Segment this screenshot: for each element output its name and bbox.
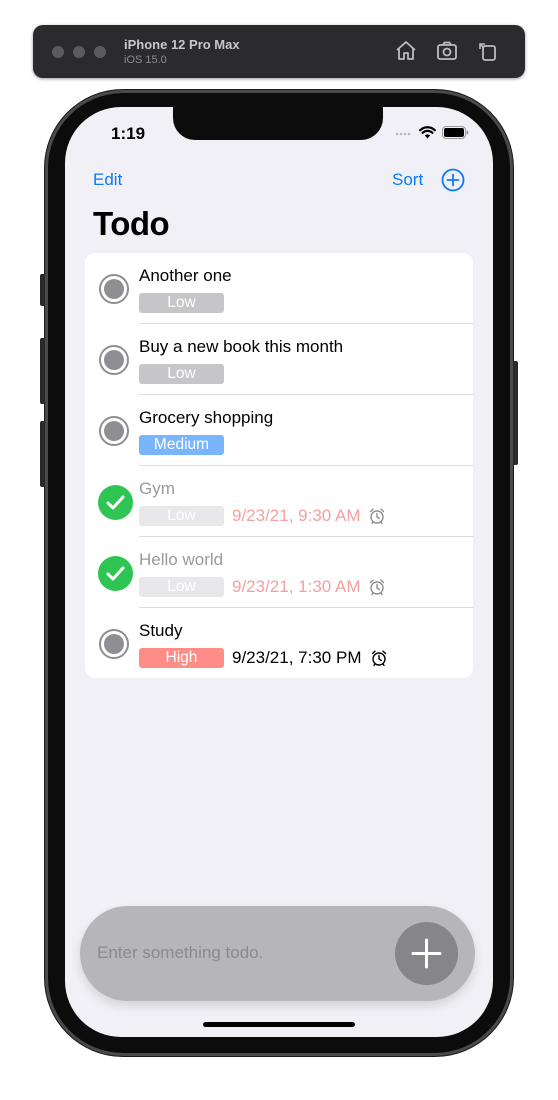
incomplete-circle-icon[interactable] bbox=[99, 274, 129, 304]
power-button bbox=[513, 361, 518, 465]
todo-title: Hello world bbox=[139, 550, 224, 569]
todo-title: Another one bbox=[139, 266, 232, 285]
todo-title: Grocery shopping bbox=[139, 408, 274, 427]
app-screen: 1:19 Edit Sort Todo Another one Low Buy a … bbox=[65, 107, 493, 1037]
priority-badge: Low bbox=[139, 506, 224, 526]
new-todo-bar: Enter something todo. bbox=[80, 906, 475, 1001]
home-indicator bbox=[203, 1022, 355, 1027]
simulator-device-name: iPhone 12 Pro Max bbox=[124, 37, 240, 52]
todo-row[interactable]: Buy a new book this month Low bbox=[85, 324, 473, 395]
todo-due-date: 9/23/21, 1:30 AM bbox=[232, 577, 361, 596]
todo-list: Another one Low Buy a new book this month L… bbox=[85, 253, 473, 678]
checkmark-icon[interactable] bbox=[98, 485, 133, 520]
todo-due-date: 9/23/21, 9:30 AM bbox=[232, 506, 361, 525]
todo-row[interactable]: Hello world Low 9/23/21, 1:30 AM bbox=[85, 537, 473, 608]
rotate-icon[interactable] bbox=[476, 39, 500, 63]
priority-badge: Low bbox=[139, 364, 224, 384]
volume-down-button bbox=[40, 421, 45, 487]
minimize-window-icon[interactable] bbox=[73, 46, 85, 58]
plus-circle-icon[interactable] bbox=[441, 168, 465, 192]
wifi-icon bbox=[419, 126, 436, 139]
signal-icon bbox=[395, 132, 411, 135]
zoom-window-icon[interactable] bbox=[94, 46, 106, 58]
checkmark-icon[interactable] bbox=[98, 556, 133, 591]
priority-badge: Medium bbox=[139, 435, 224, 455]
status-icons bbox=[395, 126, 469, 139]
todo-row[interactable]: Grocery shopping Medium bbox=[85, 395, 473, 466]
page-title: Todo bbox=[93, 205, 170, 242]
close-window-icon[interactable] bbox=[52, 46, 64, 58]
todo-title: Gym bbox=[139, 479, 175, 498]
todo-row[interactable]: Another one Low bbox=[85, 253, 473, 324]
incomplete-circle-icon[interactable] bbox=[99, 629, 129, 659]
volume-up-button bbox=[40, 338, 45, 404]
edit-button[interactable]: Edit bbox=[93, 170, 122, 190]
simulator-toolbar: iPhone 12 Pro Max iOS 15.0 bbox=[33, 25, 525, 78]
todo-row[interactable]: Study High 9/23/21, 7:30 PM bbox=[85, 608, 473, 678]
incomplete-circle-icon[interactable] bbox=[99, 416, 129, 446]
home-icon[interactable] bbox=[394, 39, 418, 63]
simulator-os-version: iOS 15.0 bbox=[124, 54, 167, 66]
status-time: 1:19 bbox=[111, 124, 146, 143]
todo-due-date: 9/23/21, 7:30 PM bbox=[232, 648, 362, 667]
notch bbox=[173, 107, 383, 140]
new-todo-input[interactable]: Enter something todo. bbox=[97, 943, 263, 963]
alarm-clock-icon bbox=[371, 650, 387, 667]
battery-icon bbox=[442, 126, 469, 139]
plus-icon bbox=[411, 938, 442, 969]
add-todo-button[interactable] bbox=[395, 922, 458, 985]
todo-title: Buy a new book this month bbox=[139, 337, 344, 356]
sort-button[interactable]: Sort bbox=[392, 170, 423, 190]
screenshot-icon[interactable] bbox=[435, 39, 459, 63]
mute-switch bbox=[40, 274, 45, 306]
priority-badge: Low bbox=[139, 577, 224, 597]
priority-badge: Low bbox=[139, 293, 224, 313]
incomplete-circle-icon[interactable] bbox=[99, 345, 129, 375]
todo-title: Study bbox=[139, 621, 183, 640]
todo-row[interactable]: Gym Low 9/23/21, 9:30 AM bbox=[85, 466, 473, 537]
alarm-clock-icon bbox=[369, 508, 385, 525]
alarm-clock-icon bbox=[369, 579, 385, 596]
priority-badge: High bbox=[139, 648, 224, 668]
